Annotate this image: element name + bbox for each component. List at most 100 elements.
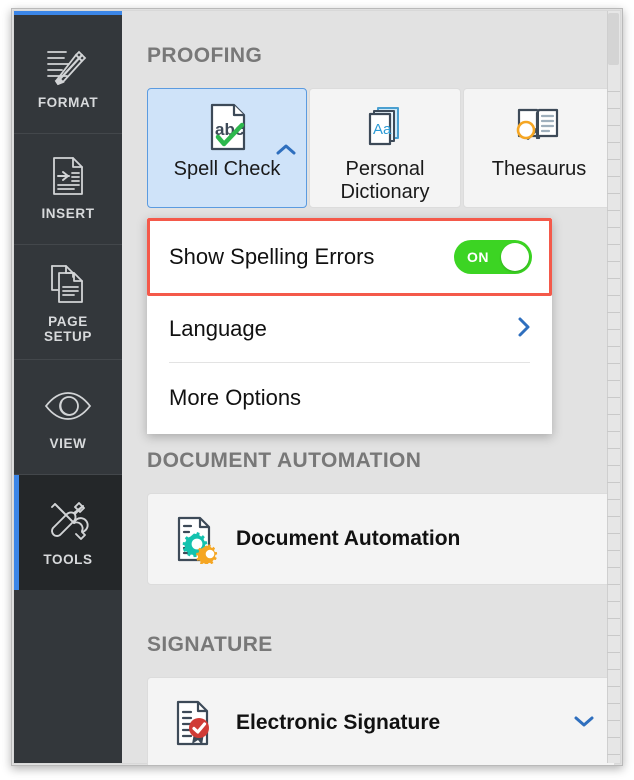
ruler-tick xyxy=(607,754,620,755)
sidebar-item-page-setup[interactable]: PAGE SETUP xyxy=(14,245,122,360)
toggle-knob xyxy=(501,243,529,271)
menu-item-more-options[interactable]: More Options xyxy=(147,363,552,433)
ruler-tick xyxy=(607,550,620,551)
sidebar-filler xyxy=(14,719,122,763)
pd-line2: Dictionary xyxy=(340,181,430,203)
ruler-tick xyxy=(607,278,620,279)
sidebar-item-tools[interactable]: TOOLS xyxy=(14,475,122,590)
sidebar-item-label-insert: INSERT xyxy=(41,206,95,221)
ruler-tick xyxy=(607,346,620,347)
ruler-tick xyxy=(607,465,620,466)
menu-item-show-spelling-errors[interactable]: Show Spelling Errors ON xyxy=(147,218,552,296)
ruler-tick xyxy=(607,686,620,687)
tile-spell-check[interactable]: abc Spell Check xyxy=(147,88,307,208)
chevron-down-icon[interactable] xyxy=(572,713,596,734)
chevron-up-icon xyxy=(276,143,296,161)
spell-check-dropdown-menu: Show Spelling Errors ON Language More Op… xyxy=(147,218,552,434)
section-heading-signature: SIGNATURE xyxy=(147,633,273,656)
ruler-tick xyxy=(607,91,620,92)
tile-label-thesaurus: Thesaurus xyxy=(491,158,587,180)
section-heading-proofing: PROOFING xyxy=(147,44,263,67)
chevron-right-icon xyxy=(516,315,532,344)
ruler-tick xyxy=(607,669,620,670)
toggle-state-label: ON xyxy=(467,249,489,265)
sidebar-item-insert[interactable]: INSERT xyxy=(14,130,122,245)
sidebar-item-label-tools: TOOLS xyxy=(43,551,93,567)
vertical-ruler-scrollbar[interactable] xyxy=(607,11,620,763)
ruler-tick xyxy=(607,329,620,330)
show-spelling-errors-toggle[interactable]: ON xyxy=(454,240,532,274)
page-setup-line2: SETUP xyxy=(43,328,92,344)
ruler-tick xyxy=(607,499,620,500)
sidebar-item-format[interactable]: FORMAT xyxy=(14,19,122,134)
tile-thesaurus[interactable]: Thesaurus xyxy=(463,88,615,208)
menu-label-show-spelling-errors: Show Spelling Errors xyxy=(169,244,375,269)
ruler-tick xyxy=(607,193,620,194)
svg-text:Aa: Aa xyxy=(373,121,392,138)
ruler-tick xyxy=(607,176,620,177)
action-document-automation[interactable]: Document Automation xyxy=(147,493,615,585)
ruler-tick xyxy=(607,720,620,721)
ruler-tick xyxy=(607,652,620,653)
ruler-tick xyxy=(607,295,620,296)
open-book-magnifier-icon xyxy=(512,98,566,156)
page-setup-line1: PAGE xyxy=(48,313,88,329)
ruler-tick xyxy=(607,363,620,364)
ruler-tick xyxy=(607,414,620,415)
sidebar-top-accent-line xyxy=(14,11,122,15)
ruler-tick xyxy=(607,312,620,313)
tools-wrench-screwdriver-icon xyxy=(44,499,92,545)
ruler-tick xyxy=(607,601,620,602)
ruler-tick xyxy=(607,227,620,228)
ruler-tick xyxy=(607,261,620,262)
sidebar-item-label-page-setup: PAGE SETUP xyxy=(44,314,92,344)
section-heading-document-automation: DOCUMENT AUTOMATION xyxy=(147,449,422,472)
sidebar-active-indicator xyxy=(14,475,19,590)
ruler-tick xyxy=(607,567,620,568)
pd-line1: Personal xyxy=(345,158,425,180)
action-electronic-signature[interactable]: Electronic Signature xyxy=(147,677,615,765)
tile-label-spell-check: Spell Check xyxy=(173,158,281,180)
ruler-tick xyxy=(607,516,620,517)
document-abc-check-icon: abc xyxy=(199,98,255,156)
pencil-underline-icon xyxy=(44,42,92,88)
ruler-tick xyxy=(607,635,620,636)
ruler-tick xyxy=(607,142,620,143)
ruler-tick xyxy=(607,210,620,211)
ruler-tick xyxy=(607,108,620,109)
tools-panel: PROOFING abc Spell Check Aa Personal Dic… xyxy=(122,11,620,765)
ruler-tick xyxy=(607,380,620,381)
tile-personal-dictionary[interactable]: Aa Personal Dictionary xyxy=(309,88,461,208)
left-nav-sidebar: FORMAT INSERT PAGE SETUP VIEW TOOLS xyxy=(14,11,122,763)
pages-stack-icon xyxy=(44,261,92,307)
insert-document-icon xyxy=(45,153,91,199)
ruler-tick xyxy=(607,533,620,534)
menu-label-language: Language xyxy=(169,316,267,341)
menu-label-more-options: More Options xyxy=(169,385,302,410)
action-label-electronic-signature: Electronic Signature xyxy=(236,711,441,734)
ruler-tick xyxy=(607,482,620,483)
ruler-tick xyxy=(607,244,620,245)
eye-icon xyxy=(42,383,94,429)
sidebar-item-view[interactable]: VIEW xyxy=(14,360,122,475)
ruler-tick xyxy=(607,159,620,160)
ruler-tick xyxy=(607,448,620,449)
ruler-tick xyxy=(607,737,620,738)
dictionary-books-aa-icon: Aa xyxy=(359,98,411,156)
document-seal-check-icon xyxy=(172,698,218,748)
scrollbar-thumb[interactable] xyxy=(608,13,619,65)
ruler-tick xyxy=(607,618,620,619)
ruler-tick xyxy=(607,431,620,432)
menu-item-language[interactable]: Language xyxy=(147,296,552,362)
ruler-tick xyxy=(607,584,620,585)
ruler-tick xyxy=(607,703,620,704)
ruler-tick xyxy=(607,397,620,398)
document-gears-icon xyxy=(172,514,218,564)
window-inner-frame: FORMAT INSERT PAGE SETUP VIEW TOOLS PROO… xyxy=(13,10,621,765)
sidebar-item-label-format: FORMAT xyxy=(37,95,99,110)
sidebar-item-label-view: VIEW xyxy=(49,436,87,451)
application-window: FORMAT INSERT PAGE SETUP VIEW TOOLS PROO… xyxy=(11,8,623,766)
ruler-tick xyxy=(607,125,620,126)
tile-label-personal-dictionary: Personal Dictionary xyxy=(341,158,430,204)
action-label-document-automation: Document Automation xyxy=(236,527,461,550)
